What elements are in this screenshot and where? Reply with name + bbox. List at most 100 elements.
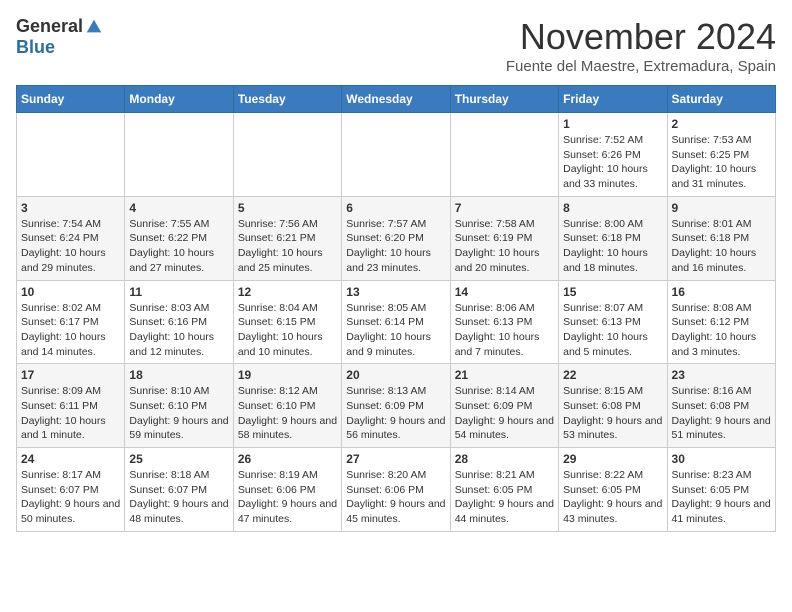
day-info: Sunrise: 8:15 AM Sunset: 6:08 PM Dayligh…: [563, 384, 662, 443]
calendar-cell: [450, 113, 558, 197]
calendar-cell: 10Sunrise: 8:02 AM Sunset: 6:17 PM Dayli…: [17, 280, 125, 364]
calendar-cell: 1 Sunrise: 7:52 AM Sunset: 6:26 PM Daylig…: [559, 113, 667, 197]
calendar-cell: 21 Sunrise: 8:14 AM Sunset: 6:09 PM Dayli…: [450, 364, 558, 448]
day-of-week-header: Thursday: [450, 86, 558, 113]
calendar-cell: 6 Sunrise: 7:57 AM Sunset: 6:20 PM Daylig…: [342, 196, 450, 280]
calendar-cell: 30Sunrise: 8:23 AM Sunset: 6:05 PM Dayli…: [667, 448, 775, 532]
calendar-cell: 2Sunrise: 7:53 AM Sunset: 6:25 PM Daylig…: [667, 113, 775, 197]
day-number: 27: [346, 452, 445, 466]
day-info: Sunrise: 8:23 AM Sunset: 6:05 PM Dayligh…: [672, 468, 771, 527]
page-header: General Blue November 2024 Fuente del Ma…: [16, 16, 776, 75]
day-number: 20: [346, 368, 445, 382]
day-number: 22: [563, 368, 662, 382]
day-info: Sunrise: 7:55 AM Sunset: 6:22 PM Dayligh…: [129, 217, 228, 276]
calendar-cell: 16Sunrise: 8:08 AM Sunset: 6:12 PM Dayli…: [667, 280, 775, 364]
day-info: Sunrise: 8:09 AM Sunset: 6:11 PM Dayligh…: [21, 384, 120, 443]
day-number: 13: [346, 285, 445, 299]
day-of-week-header: Saturday: [667, 86, 775, 113]
day-number: 14: [455, 285, 554, 299]
calendar-cell: 25 Sunrise: 8:18 AM Sunset: 6:07 PM Dayli…: [125, 448, 233, 532]
day-of-week-header: Friday: [559, 86, 667, 113]
calendar-cell: [342, 113, 450, 197]
day-info: Sunrise: 7:54 AM Sunset: 6:24 PM Dayligh…: [21, 217, 120, 276]
day-number: 6: [346, 201, 445, 215]
day-info: Sunrise: 7:58 AM Sunset: 6:19 PM Dayligh…: [455, 217, 554, 276]
calendar-cell: 18Sunrise: 8:10 AM Sunset: 6:10 PM Dayli…: [125, 364, 233, 448]
day-info: Sunrise: 8:02 AM Sunset: 6:17 PM Dayligh…: [21, 301, 120, 360]
day-of-week-header: Monday: [125, 86, 233, 113]
calendar-cell: 26 Sunrise: 8:19 AM Sunset: 6:06 PM Dayli…: [233, 448, 341, 532]
day-of-week-header: Sunday: [17, 86, 125, 113]
calendar-cell: 23 Sunrise: 8:16 AM Sunset: 6:08 PM Dayli…: [667, 364, 775, 448]
day-info: Sunrise: 8:21 AM Sunset: 6:05 PM Dayligh…: [455, 468, 554, 527]
calendar-header-row: SundayMondayTuesdayWednesdayThursdayFrid…: [17, 86, 776, 113]
logo-blue-text: Blue: [16, 37, 55, 58]
day-info: Sunrise: 8:03 AM Sunset: 6:16 PM Dayligh…: [129, 301, 228, 360]
day-info: Sunrise: 7:56 AM Sunset: 6:21 PM Dayligh…: [238, 217, 337, 276]
calendar-week-row: 10Sunrise: 8:02 AM Sunset: 6:17 PM Dayli…: [17, 280, 776, 364]
calendar-cell: 15 Sunrise: 8:07 AM Sunset: 6:13 PM Dayli…: [559, 280, 667, 364]
day-info: Sunrise: 7:52 AM Sunset: 6:26 PM Dayligh…: [563, 133, 662, 192]
day-number: 12: [238, 285, 337, 299]
calendar-week-row: 1 Sunrise: 7:52 AM Sunset: 6:26 PM Daylig…: [17, 113, 776, 197]
calendar-week-row: 17 Sunrise: 8:09 AM Sunset: 6:11 PM Dayli…: [17, 364, 776, 448]
calendar-cell: 22 Sunrise: 8:15 AM Sunset: 6:08 PM Dayli…: [559, 364, 667, 448]
calendar-cell: 20 Sunrise: 8:13 AM Sunset: 6:09 PM Dayli…: [342, 364, 450, 448]
calendar-cell: 11 Sunrise: 8:03 AM Sunset: 6:16 PM Dayli…: [125, 280, 233, 364]
day-number: 29: [563, 452, 662, 466]
calendar-week-row: 24Sunrise: 8:17 AM Sunset: 6:07 PM Dayli…: [17, 448, 776, 532]
day-info: Sunrise: 8:18 AM Sunset: 6:07 PM Dayligh…: [129, 468, 228, 527]
calendar-week-row: 3 Sunrise: 7:54 AM Sunset: 6:24 PM Daylig…: [17, 196, 776, 280]
calendar-cell: [125, 113, 233, 197]
day-info: Sunrise: 8:19 AM Sunset: 6:06 PM Dayligh…: [238, 468, 337, 527]
calendar-cell: 14 Sunrise: 8:06 AM Sunset: 6:13 PM Dayli…: [450, 280, 558, 364]
calendar-cell: 24Sunrise: 8:17 AM Sunset: 6:07 PM Dayli…: [17, 448, 125, 532]
day-number: 3: [21, 201, 120, 215]
day-number: 15: [563, 285, 662, 299]
day-number: 17: [21, 368, 120, 382]
day-info: Sunrise: 8:12 AM Sunset: 6:10 PM Dayligh…: [238, 384, 337, 443]
calendar-cell: [233, 113, 341, 197]
calendar-cell: 19 Sunrise: 8:12 AM Sunset: 6:10 PM Dayli…: [233, 364, 341, 448]
calendar-cell: 7Sunrise: 7:58 AM Sunset: 6:19 PM Daylig…: [450, 196, 558, 280]
day-number: 2: [672, 117, 771, 131]
day-of-week-header: Wednesday: [342, 86, 450, 113]
day-number: 26: [238, 452, 337, 466]
day-info: Sunrise: 8:05 AM Sunset: 6:14 PM Dayligh…: [346, 301, 445, 360]
logo-general-text: General: [16, 16, 83, 37]
calendar-cell: 8Sunrise: 8:00 AM Sunset: 6:18 PM Daylig…: [559, 196, 667, 280]
calendar-cell: 13 Sunrise: 8:05 AM Sunset: 6:14 PM Dayli…: [342, 280, 450, 364]
location-subtitle: Fuente del Maestre, Extremadura, Spain: [506, 58, 776, 75]
calendar-table: SundayMondayTuesdayWednesdayThursdayFrid…: [16, 85, 776, 532]
day-info: Sunrise: 8:16 AM Sunset: 6:08 PM Dayligh…: [672, 384, 771, 443]
calendar-cell: 17 Sunrise: 8:09 AM Sunset: 6:11 PM Dayli…: [17, 364, 125, 448]
calendar-cell: 5Sunrise: 7:56 AM Sunset: 6:21 PM Daylig…: [233, 196, 341, 280]
day-info: Sunrise: 8:07 AM Sunset: 6:13 PM Dayligh…: [563, 301, 662, 360]
day-number: 1: [563, 117, 662, 131]
day-info: Sunrise: 8:22 AM Sunset: 6:05 PM Dayligh…: [563, 468, 662, 527]
day-number: 25: [129, 452, 228, 466]
month-title: November 2024: [506, 16, 776, 58]
day-number: 4: [129, 201, 228, 215]
day-info: Sunrise: 8:13 AM Sunset: 6:09 PM Dayligh…: [346, 384, 445, 443]
day-info: Sunrise: 8:06 AM Sunset: 6:13 PM Dayligh…: [455, 301, 554, 360]
day-number: 19: [238, 368, 337, 382]
day-info: Sunrise: 8:10 AM Sunset: 6:10 PM Dayligh…: [129, 384, 228, 443]
day-info: Sunrise: 8:04 AM Sunset: 6:15 PM Dayligh…: [238, 301, 337, 360]
calendar-cell: 27 Sunrise: 8:20 AM Sunset: 6:06 PM Dayli…: [342, 448, 450, 532]
day-number: 21: [455, 368, 554, 382]
day-info: Sunrise: 8:01 AM Sunset: 6:18 PM Dayligh…: [672, 217, 771, 276]
calendar-cell: [17, 113, 125, 197]
calendar-cell: 3 Sunrise: 7:54 AM Sunset: 6:24 PM Daylig…: [17, 196, 125, 280]
day-info: Sunrise: 8:20 AM Sunset: 6:06 PM Dayligh…: [346, 468, 445, 527]
calendar-cell: 9Sunrise: 8:01 AM Sunset: 6:18 PM Daylig…: [667, 196, 775, 280]
day-number: 23: [672, 368, 771, 382]
day-info: Sunrise: 7:57 AM Sunset: 6:20 PM Dayligh…: [346, 217, 445, 276]
calendar-cell: 12 Sunrise: 8:04 AM Sunset: 6:15 PM Dayli…: [233, 280, 341, 364]
day-number: 8: [563, 201, 662, 215]
logo-icon: [85, 18, 103, 36]
day-number: 11: [129, 285, 228, 299]
day-number: 24: [21, 452, 120, 466]
title-section: November 2024 Fuente del Maestre, Extrem…: [506, 16, 776, 75]
day-info: Sunrise: 8:14 AM Sunset: 6:09 PM Dayligh…: [455, 384, 554, 443]
